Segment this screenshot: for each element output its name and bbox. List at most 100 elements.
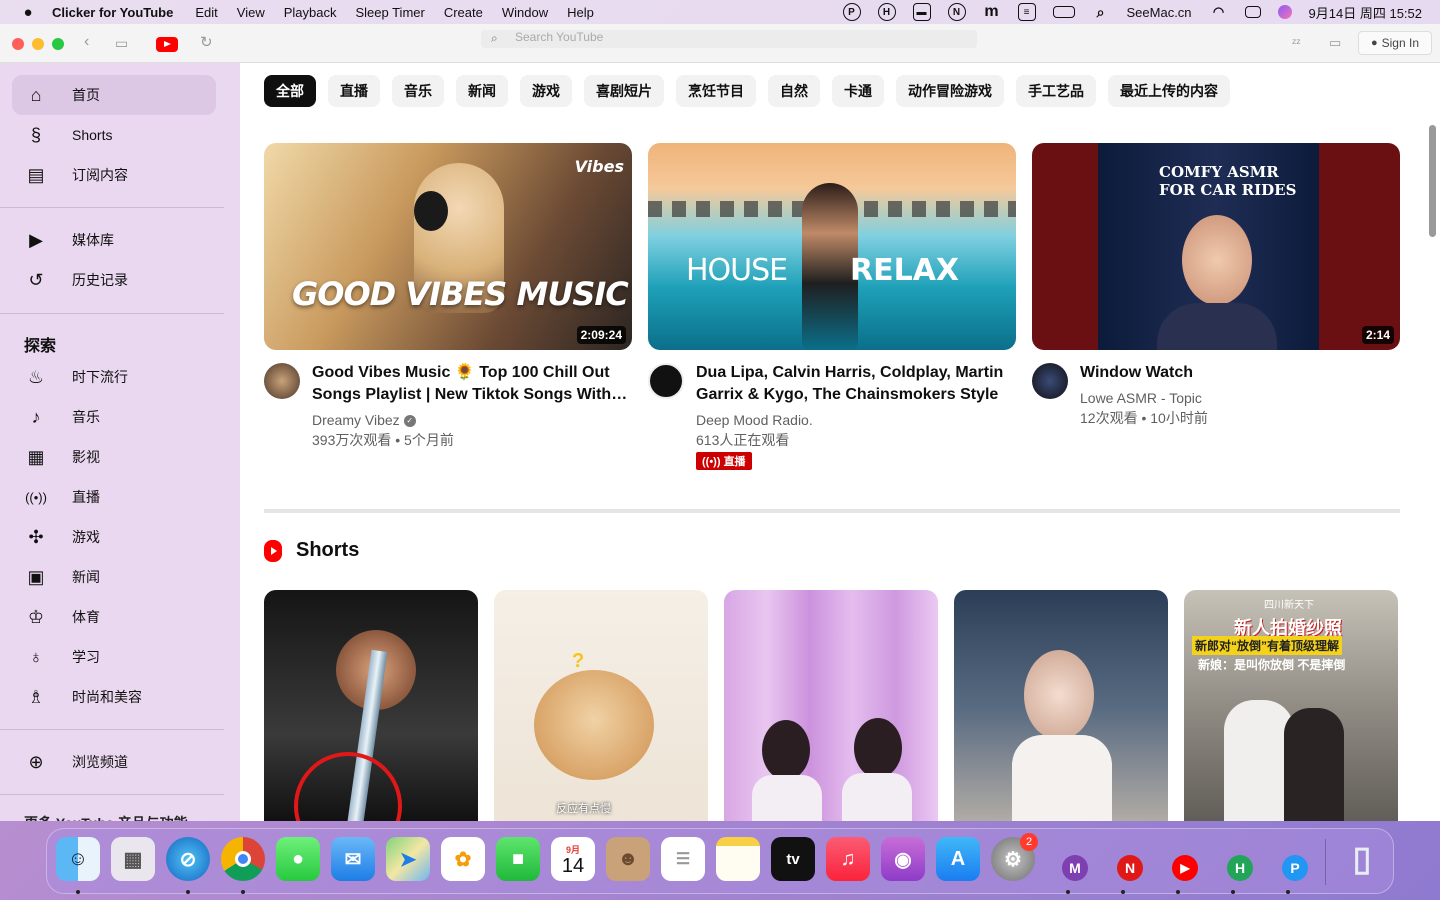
podcasts-icon[interactable]: ◉ <box>881 837 925 881</box>
wifi-icon[interactable]: ◠ <box>1210 3 1228 21</box>
short-card[interactable]: 四川新天下 新人拍婚纱照 新郎对“放倒”有着顶级理解 新娘：是叫你放倒 不是摔倒 <box>1184 590 1398 821</box>
status-p-icon[interactable]: P <box>842 3 861 21</box>
messages-icon[interactable]: ● <box>276 837 320 881</box>
sidebar-toggle-icon[interactable]: ▭ <box>115 35 128 52</box>
sleep-icon[interactable]: ᶻᶻ <box>1292 36 1301 50</box>
menu-help[interactable]: Help <box>567 5 594 20</box>
finder-icon[interactable]: ☺ <box>56 837 100 881</box>
video-card[interactable]: COMFY ASMR FOR CAR RIDES 2:14 Window Wat… <box>1032 143 1400 428</box>
sidebar-item-home[interactable]: ⌂ 首页 <box>12 75 216 115</box>
control-center-icon[interactable] <box>1244 6 1261 18</box>
clicker-m-icon[interactable]: M <box>1046 837 1090 881</box>
avatar[interactable] <box>648 363 684 399</box>
menu-sleep-timer[interactable]: Sleep Timer <box>355 5 424 20</box>
scrollbar-thumb[interactable] <box>1429 125 1436 237</box>
status-m-icon[interactable]: m <box>983 3 1001 21</box>
reload-icon[interactable]: ↻ <box>200 33 213 51</box>
channel-name[interactable]: Lowe ASMR - Topic <box>1080 388 1400 408</box>
menu-window[interactable]: Window <box>502 5 548 20</box>
chrome-icon[interactable] <box>221 837 265 881</box>
launchpad-icon[interactable]: ▦ <box>111 837 155 881</box>
scrollbar[interactable] <box>1425 63 1440 821</box>
music-app-icon[interactable]: ♫ <box>826 837 870 881</box>
sidebar-item-browse-channels[interactable]: ⊕ 浏览频道 <box>12 742 216 782</box>
sidebar-item-fashion[interactable]: ♗ 时尚和美容 <box>12 677 216 717</box>
sign-in-button[interactable]: ● Sign In <box>1358 31 1432 55</box>
chip-live[interactable]: 直播 <box>328 75 380 107</box>
camera-icon[interactable]: ▭ <box>1329 35 1341 51</box>
tv-icon[interactable]: tv <box>771 837 815 881</box>
chip-all[interactable]: 全部 <box>264 75 316 107</box>
spotlight-icon[interactable]: ⌕ <box>1092 3 1110 21</box>
video-thumbnail[interactable]: HOUSE RELAX <box>648 143 1016 350</box>
video-title[interactable]: Dua Lipa, Calvin Harris, Coldplay, Marti… <box>696 362 1016 406</box>
video-title[interactable]: Window Watch <box>1080 362 1400 384</box>
sidebar-item-live[interactable]: ((•)) 直播 <box>12 477 216 517</box>
facetime-icon[interactable]: ■ <box>496 837 540 881</box>
clicker-n-icon[interactable]: N <box>1101 837 1145 881</box>
apple-menu-icon[interactable]: ● <box>18 4 38 21</box>
contacts-icon[interactable]: ☻ <box>606 837 650 881</box>
chip-comedy[interactable]: 喜剧短片 <box>584 75 664 107</box>
chip-music[interactable]: 音乐 <box>392 75 444 107</box>
avatar[interactable] <box>1032 363 1068 399</box>
notes-icon[interactable] <box>716 837 760 881</box>
youtube-logo-icon[interactable] <box>156 37 178 52</box>
channel-name[interactable]: Deep Mood Radio. <box>696 410 1016 430</box>
sidebar-item-sports[interactable]: ♔ 体育 <box>12 597 216 637</box>
minimize-window-button[interactable] <box>32 38 44 50</box>
maps-icon[interactable]: ➤ <box>386 837 430 881</box>
reminders-icon[interactable]: ☰ <box>661 837 705 881</box>
avatar[interactable] <box>264 363 300 399</box>
mail-icon[interactable]: ✉ <box>331 837 375 881</box>
menu-view[interactable]: View <box>237 5 265 20</box>
sidebar-item-learning[interactable]: ♁ 学习 <box>12 637 216 677</box>
video-title[interactable]: Good Vibes Music 🌻 Top 100 Chill Out Son… <box>312 362 632 406</box>
status-clipboard-icon[interactable]: ≡ <box>1017 3 1036 21</box>
chip-recently-uploaded[interactable]: 最近上传的内容 <box>1108 75 1230 107</box>
clicker-youtube-icon[interactable]: ▶ <box>1156 837 1200 881</box>
menu-playback[interactable]: Playback <box>284 5 337 20</box>
chip-news[interactable]: 新闻 <box>456 75 508 107</box>
sidebar-item-trending[interactable]: ♨ 时下流行 <box>12 357 216 397</box>
trash-icon[interactable]: ▯ <box>1340 837 1384 881</box>
status-n-icon[interactable]: N <box>947 3 966 21</box>
sidebar-item-subscriptions[interactable]: ▤ 订阅内容 <box>12 155 216 195</box>
short-card[interactable]: ? 反应有点慢 <box>494 590 708 821</box>
calendar-icon[interactable]: 9月 14 <box>551 837 595 881</box>
short-card[interactable] <box>724 590 938 821</box>
video-card[interactable]: HOUSE RELAX Dua Lipa, Calvin Harris, Col… <box>648 143 1016 470</box>
chip-nature[interactable]: 自然 <box>768 75 820 107</box>
sidebar-item-music[interactable]: ♪ 音乐 <box>12 397 216 437</box>
clock[interactable]: 9月14日 周四 15:52 <box>1309 3 1422 22</box>
zoom-window-button[interactable] <box>52 38 64 50</box>
video-card[interactable]: GOOD VIBES MUSIC Vibes 2:09:24 Good Vibe… <box>264 143 632 450</box>
sidebar-item-shorts[interactable]: § Shorts <box>12 115 216 155</box>
video-thumbnail[interactable]: COMFY ASMR FOR CAR RIDES 2:14 <box>1032 143 1400 350</box>
chip-cooking[interactable]: 烹饪节目 <box>676 75 756 107</box>
sidebar-item-gaming[interactable]: ✣ 游戏 <box>12 517 216 557</box>
back-icon[interactable]: ‹ <box>84 33 89 51</box>
chip-gaming[interactable]: 游戏 <box>520 75 572 107</box>
short-card[interactable] <box>954 590 1168 821</box>
sidebar-item-library[interactable]: ▶ 媒体库 <box>12 220 216 260</box>
channel-name[interactable]: Dreamy Vibez ✓ <box>312 410 632 430</box>
menu-edit[interactable]: Edit <box>195 5 217 20</box>
chip-crafts[interactable]: 手工艺品 <box>1016 75 1096 107</box>
chip-action-adventure[interactable]: 动作冒险游戏 <box>896 75 1004 107</box>
clicker-p-icon[interactable]: P <box>1266 837 1310 881</box>
status-printer-icon[interactable]: ▬ <box>912 3 931 21</box>
search-input[interactable]: ⌕ Search YouTube <box>481 30 977 48</box>
sidebar-item-history[interactable]: ↺ 历史记录 <box>12 260 216 300</box>
video-thumbnail[interactable]: GOOD VIBES MUSIC Vibes 2:09:24 <box>264 143 632 350</box>
safari-icon[interactable]: ⊘ <box>166 837 210 881</box>
chip-cartoon[interactable]: 卡通 <box>832 75 884 107</box>
close-window-button[interactable] <box>12 38 24 50</box>
clicker-h-icon[interactable]: H <box>1211 837 1255 881</box>
battery-icon[interactable] <box>1052 6 1075 18</box>
sidebar-item-movies[interactable]: ▦ 影视 <box>12 437 216 477</box>
status-h-icon[interactable]: H <box>877 3 896 21</box>
siri-icon[interactable] <box>1277 5 1292 19</box>
menu-create[interactable]: Create <box>444 5 483 20</box>
short-card[interactable] <box>264 590 478 821</box>
